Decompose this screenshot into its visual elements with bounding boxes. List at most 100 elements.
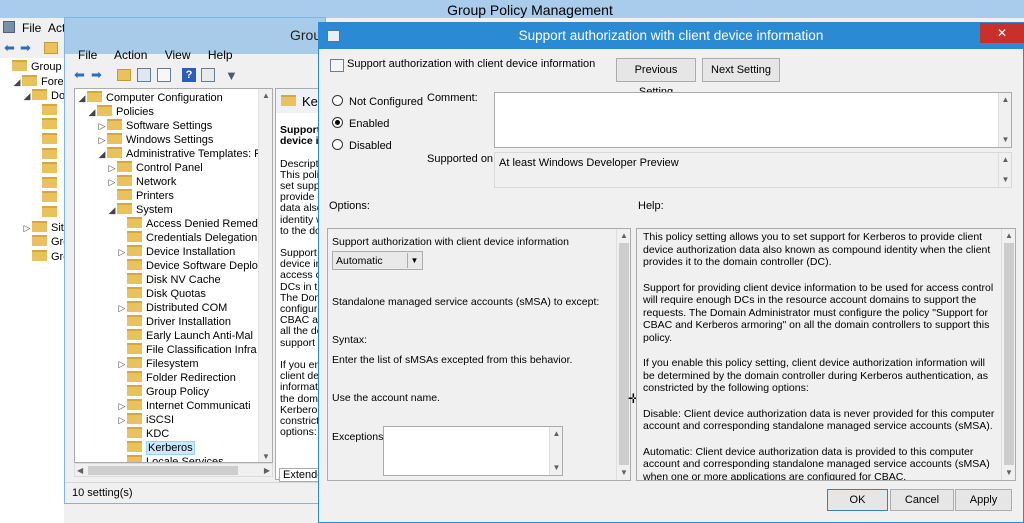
tree-item[interactable]: ▷ Filesystem xyxy=(117,357,199,371)
radio-enabled[interactable]: Enabled xyxy=(332,117,389,130)
tree-item[interactable]: ▷ Distributed COM xyxy=(117,301,227,315)
tree-item[interactable]: Credentials Delegation xyxy=(117,231,257,245)
tree-item[interactable]: Disk Quotas xyxy=(117,287,206,301)
collapsed-arrow-icon[interactable]: ▷ xyxy=(117,413,127,427)
scroll-right-icon[interactable]: ▶ xyxy=(264,464,270,478)
radio-disabled[interactable]: Disabled xyxy=(332,139,392,152)
tree-item[interactable]: Gro xyxy=(22,249,64,264)
up-folder-icon[interactable] xyxy=(117,69,131,81)
tree-item[interactable]: Access Denied Remed xyxy=(117,217,258,231)
apply-button[interactable]: Apply xyxy=(955,489,1012,511)
scroll-up-icon[interactable]: ▲ xyxy=(999,93,1012,107)
scroll-down-icon[interactable]: ▼ xyxy=(617,466,630,480)
collapsed-arrow-icon[interactable]: ▷ xyxy=(117,301,127,315)
show-hide-tree-icon[interactable] xyxy=(137,68,151,82)
scroll-thumb[interactable] xyxy=(619,243,629,465)
exceptions-field[interactable]: ▲ ▼ xyxy=(383,426,563,476)
scroll-down-icon[interactable]: ▼ xyxy=(550,461,563,475)
tree-item[interactable]: ◢ Dor xyxy=(22,89,64,103)
close-button[interactable]: ✕ xyxy=(980,23,1024,43)
tree-item[interactable]: ▷ Windows Settings xyxy=(97,133,213,147)
tree-item[interactable]: Disk NV Cache xyxy=(117,273,221,287)
tree-item-selected[interactable]: Kerberos xyxy=(117,441,195,455)
tree-item[interactable]: Folder Redirection xyxy=(117,371,236,385)
tree-item[interactable]: ▷ Device Installation xyxy=(117,245,235,259)
forward-arrow-icon[interactable]: ➡ xyxy=(20,40,31,56)
gpe-menu-action[interactable]: Action xyxy=(114,48,147,62)
tree-item[interactable]: ▷ Control Panel xyxy=(107,161,203,175)
collapsed-arrow-icon[interactable]: ▷ xyxy=(117,245,127,259)
expanded-arrow-icon[interactable]: ◢ xyxy=(22,89,32,103)
previous-setting-button[interactable]: Previous Setting xyxy=(616,58,696,98)
cancel-button[interactable]: Cancel xyxy=(890,489,954,511)
tree-item[interactable]: Group Policy xyxy=(117,385,209,399)
tree-item[interactable]: ▷ Site xyxy=(22,220,64,235)
tree-item[interactable] xyxy=(32,133,61,147)
tree-item[interactable]: ◢ Computer Configuration xyxy=(77,91,223,105)
scroll-up-icon[interactable]: ▲ xyxy=(1002,229,1015,243)
tree-item[interactable]: ◢ Administrative Templates: Po xyxy=(97,147,268,161)
back-arrow-icon[interactable]: ⬅ xyxy=(74,67,85,83)
scroll-left-icon[interactable]: ◀ xyxy=(77,464,83,478)
radio-disabled-indicator[interactable] xyxy=(332,139,343,150)
collapsed-arrow-icon[interactable]: ▷ xyxy=(107,175,117,189)
help-scrollbar[interactable]: ▲ ▼ xyxy=(1001,229,1015,480)
tree-item[interactable]: Driver Installation xyxy=(117,315,231,329)
expanded-arrow-icon[interactable]: ◢ xyxy=(107,203,117,217)
radio-enabled-indicator[interactable] xyxy=(332,117,343,128)
filter-icon[interactable]: ▼ xyxy=(225,68,238,83)
scroll-thumb[interactable] xyxy=(88,466,238,475)
collapsed-arrow-icon[interactable]: ▷ xyxy=(97,119,107,133)
tree-item[interactable]: ▷ Software Settings xyxy=(97,119,212,133)
back-arrow-icon[interactable]: ⬅ xyxy=(4,40,15,56)
tree-item[interactable] xyxy=(32,162,61,176)
tree-item[interactable]: Group Polic xyxy=(2,60,64,74)
forward-arrow-icon[interactable]: ➡ xyxy=(91,67,102,83)
gpe-tree-scrollbar[interactable]: ▲ ▼ xyxy=(258,89,272,462)
collapsed-arrow-icon[interactable]: ▷ xyxy=(97,133,107,147)
radio-not-configured[interactable]: Not Configured xyxy=(332,95,423,108)
tree-item[interactable] xyxy=(32,191,61,205)
tree-item[interactable] xyxy=(32,103,61,118)
tree-item[interactable]: File Classification Infra xyxy=(117,343,257,357)
scroll-up-icon[interactable]: ▲ xyxy=(617,229,630,243)
tree-item[interactable]: Locale Services xyxy=(117,455,224,462)
tree-item[interactable] xyxy=(32,176,61,191)
expanded-arrow-icon[interactable]: ◢ xyxy=(77,91,87,105)
properties-icon[interactable] xyxy=(157,68,171,82)
collapsed-arrow-icon[interactable]: ▷ xyxy=(117,399,127,413)
comment-field[interactable]: ▲ ▼ xyxy=(494,92,1012,148)
scroll-up-icon[interactable]: ▲ xyxy=(259,89,272,103)
options-scrollbar[interactable]: ▲ ▼ xyxy=(616,229,630,480)
tree-item[interactable]: Printers xyxy=(107,189,174,203)
expanded-arrow-icon[interactable]: ◢ xyxy=(12,75,22,89)
chevron-down-icon[interactable]: ▼ xyxy=(407,253,421,268)
scroll-down-icon[interactable]: ▼ xyxy=(999,133,1012,147)
tree-item[interactable]: ▷ Internet Communicati xyxy=(117,399,251,413)
scroll-down-icon[interactable]: ▼ xyxy=(999,173,1012,187)
gpe-menu-help[interactable]: Help xyxy=(208,48,233,62)
tree-item[interactable] xyxy=(32,147,61,162)
up-folder-icon[interactable] xyxy=(44,42,58,54)
tree-item[interactable]: Early Launch Anti-Mal xyxy=(117,329,253,343)
tree-item[interactable]: ▷ Network xyxy=(107,175,176,189)
expanded-arrow-icon[interactable]: ◢ xyxy=(97,147,107,161)
console-icon[interactable] xyxy=(201,68,215,82)
gpe-menu-view[interactable]: View xyxy=(165,48,191,62)
tree-item[interactable]: ◢ System xyxy=(107,203,173,217)
scroll-thumb[interactable] xyxy=(1004,243,1014,465)
radio-not-configured-indicator[interactable] xyxy=(332,95,343,106)
tree-item[interactable]: Device Software Deplo xyxy=(117,259,258,273)
ok-button[interactable]: OK xyxy=(827,489,888,511)
tree-item[interactable] xyxy=(32,206,61,220)
tree-item[interactable]: ◢ Policies xyxy=(87,105,154,119)
scroll-up-icon[interactable]: ▲ xyxy=(999,153,1012,167)
next-setting-button[interactable]: Next Setting xyxy=(702,58,780,82)
tree-item[interactable]: ◢ Forest: xyxy=(12,74,64,89)
tree-item[interactable]: KDC xyxy=(117,427,169,441)
exceptions-scrollbar[interactable]: ▲ ▼ xyxy=(549,427,562,475)
gpm-menu-file[interactable]: File xyxy=(22,21,41,35)
collapsed-arrow-icon[interactable]: ▷ xyxy=(117,357,127,371)
dialog-titlebar[interactable]: Support authorization with client device… xyxy=(319,23,1023,49)
mode-dropdown[interactable]: Automatic ▼ xyxy=(332,251,423,270)
